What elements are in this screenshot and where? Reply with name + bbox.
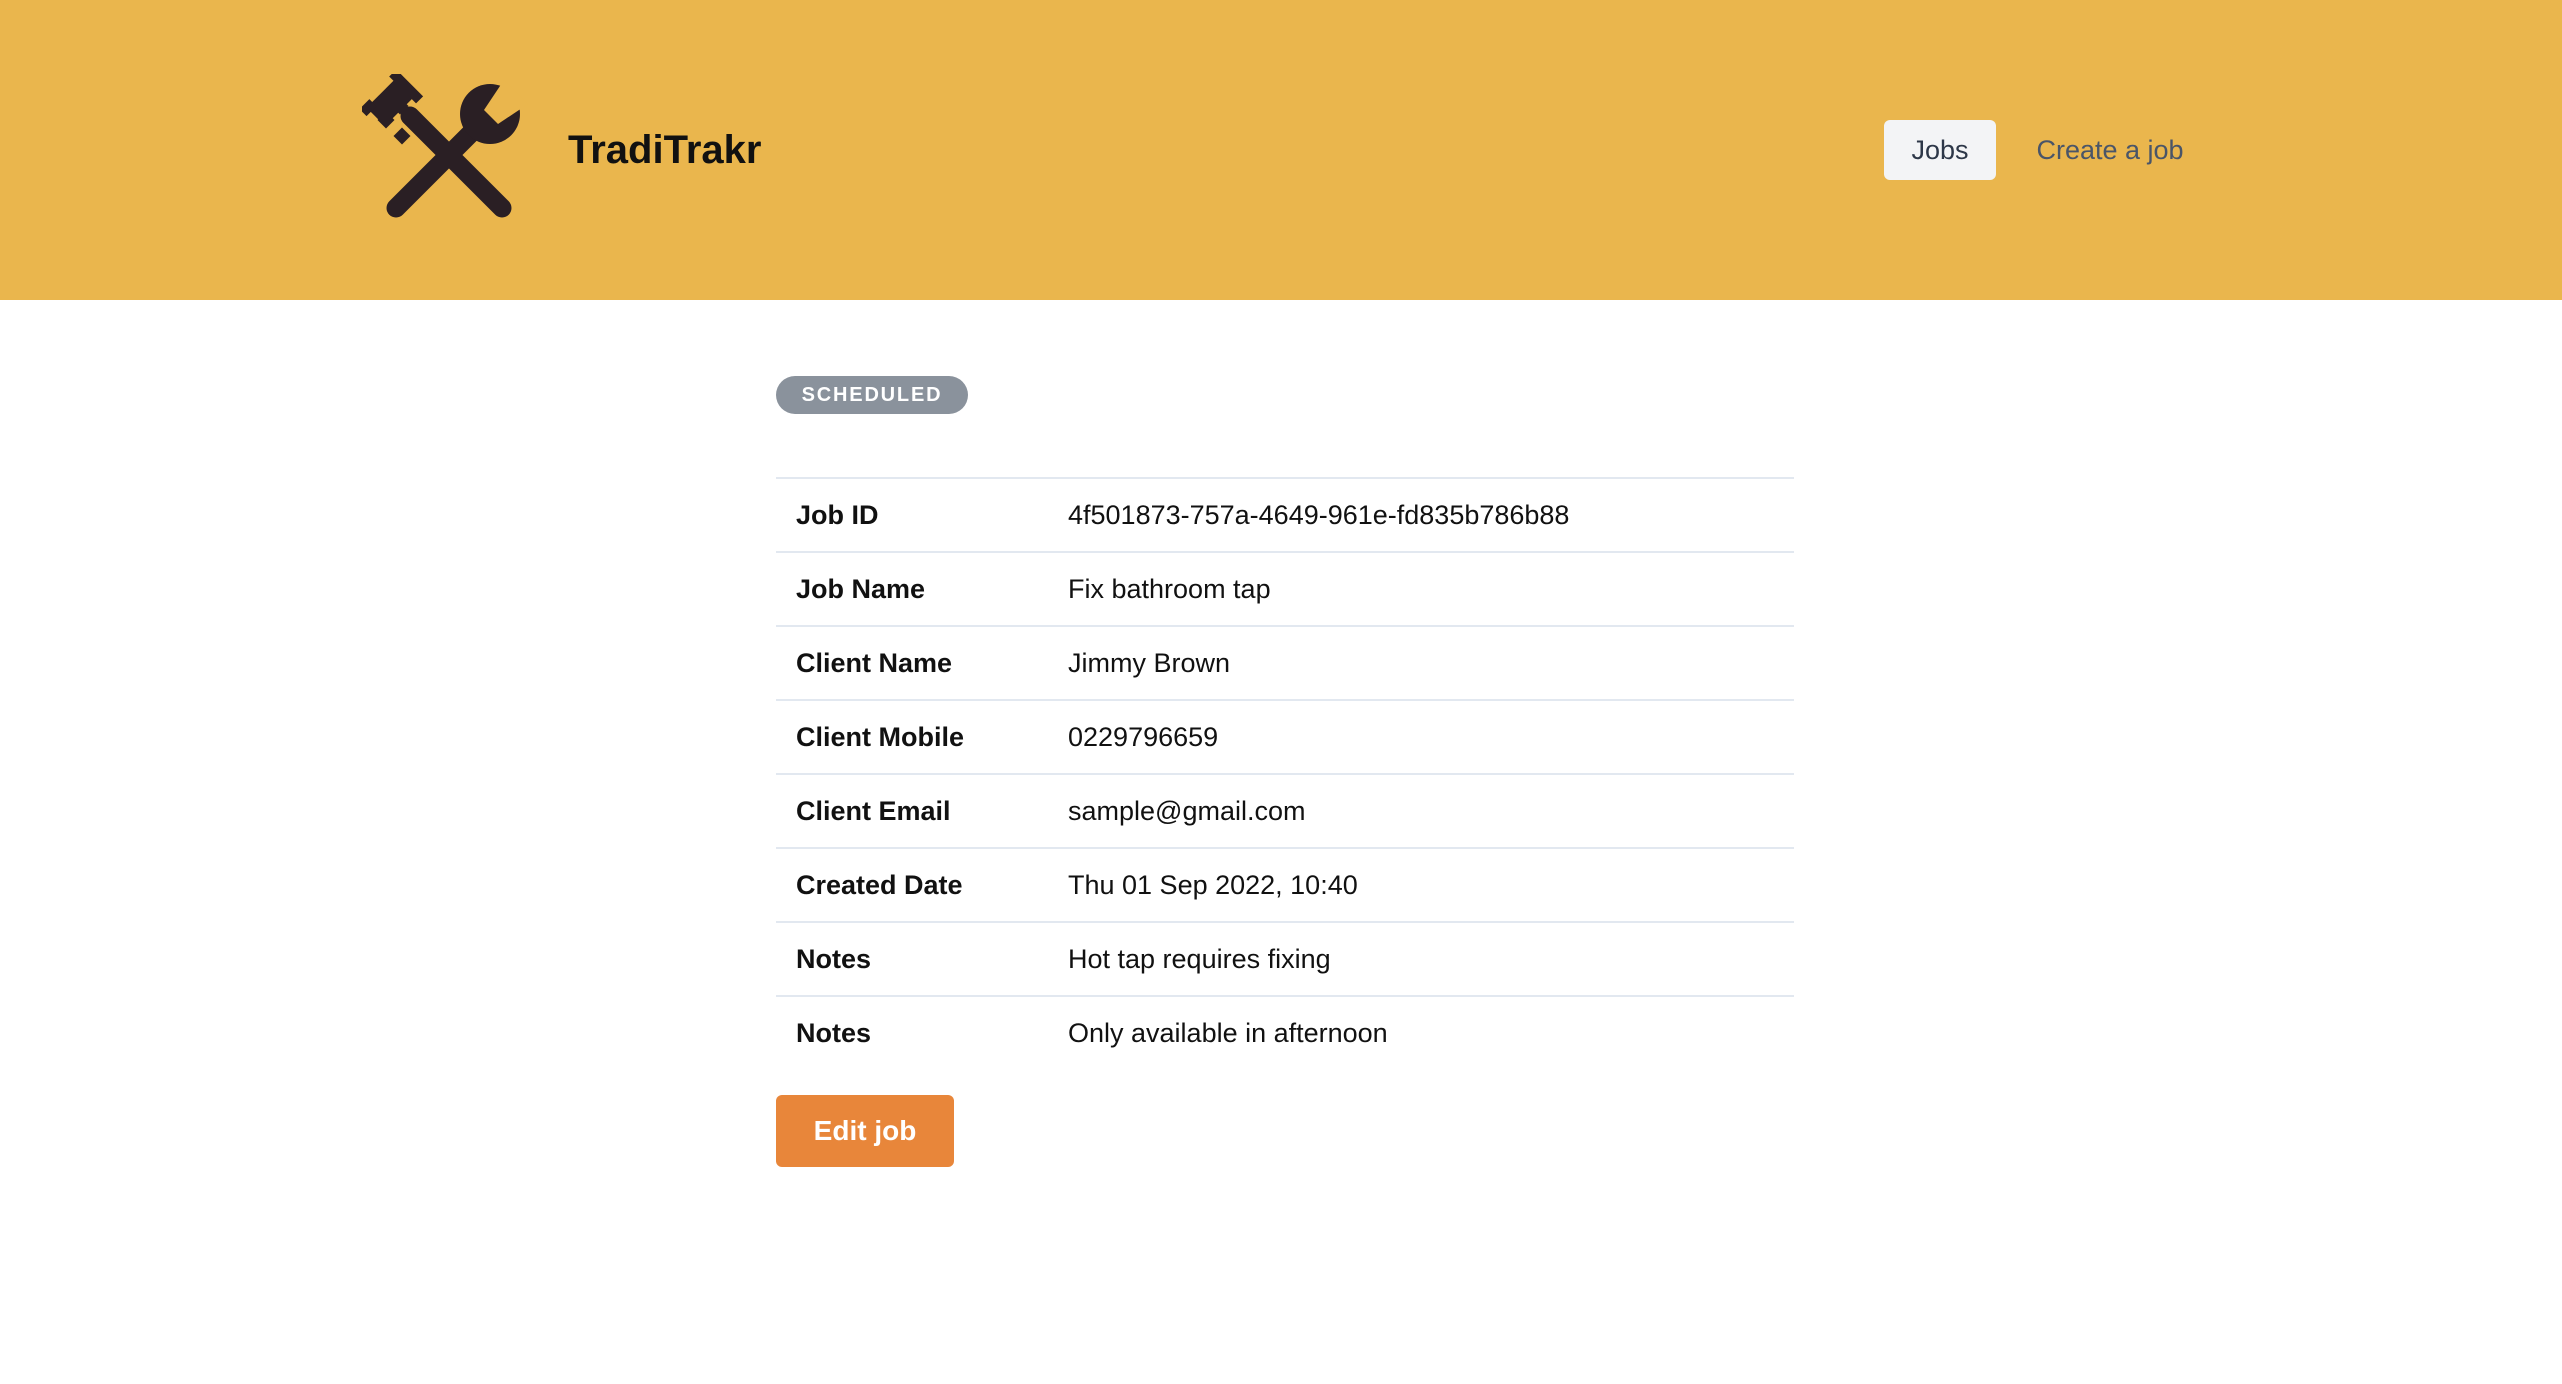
row-label: Job ID xyxy=(796,500,879,530)
row-value: Fix bathroom tap xyxy=(1068,574,1271,604)
table-row: Client Name Jimmy Brown xyxy=(776,627,1794,701)
brand-title[interactable]: TradiTrakr xyxy=(568,126,761,174)
row-value: 0229796659 xyxy=(1068,722,1219,752)
wrench-and-pipe-wrench-icon[interactable] xyxy=(359,69,530,222)
job-details-table: Job ID 4f501873-757a-4649-961e-fd835b786… xyxy=(776,477,1794,1069)
table-row: Client Email sample@gmail.com xyxy=(776,775,1794,849)
row-value: Hot tap requires fixing xyxy=(1068,944,1331,974)
row-label: Job Name xyxy=(796,574,926,604)
table-row: Job ID 4f501873-757a-4649-961e-fd835b786… xyxy=(776,479,1794,553)
row-value: Jimmy Brown xyxy=(1068,648,1231,678)
nav-item-jobs[interactable]: Jobs xyxy=(1884,120,1996,180)
row-label: Client Email xyxy=(796,796,951,826)
row-label: Client Name xyxy=(796,648,953,678)
row-value: Only available in afternoon xyxy=(1068,1018,1388,1048)
nav-item-create-job[interactable]: Create a job xyxy=(2020,120,2200,180)
row-value: sample@gmail.com xyxy=(1068,796,1306,826)
table-row: Client Mobile 0229796659 xyxy=(776,701,1794,775)
row-value: 4f501873-757a-4649-961e-fd835b786b88 xyxy=(1068,500,1570,530)
table-row: Notes Hot tap requires fixing xyxy=(776,923,1794,997)
table-row: Created Date Thu 01 Sep 2022, 10:40 xyxy=(776,849,1794,923)
table-row: Job Name Fix bathroom tap xyxy=(776,553,1794,627)
status-badge: SCHEDULED xyxy=(776,376,968,414)
row-label: Notes xyxy=(796,1018,872,1048)
table-row: Notes Only available in afternoon xyxy=(776,997,1794,1069)
row-label: Created Date xyxy=(796,870,963,900)
row-label: Notes xyxy=(796,944,872,974)
row-label: Client Mobile xyxy=(796,722,964,752)
edit-job-button[interactable]: Edit job xyxy=(776,1095,954,1167)
row-value: Thu 01 Sep 2022, 10:40 xyxy=(1068,870,1358,900)
app-header: TradiTrakr Jobs Create a job xyxy=(0,0,2562,300)
